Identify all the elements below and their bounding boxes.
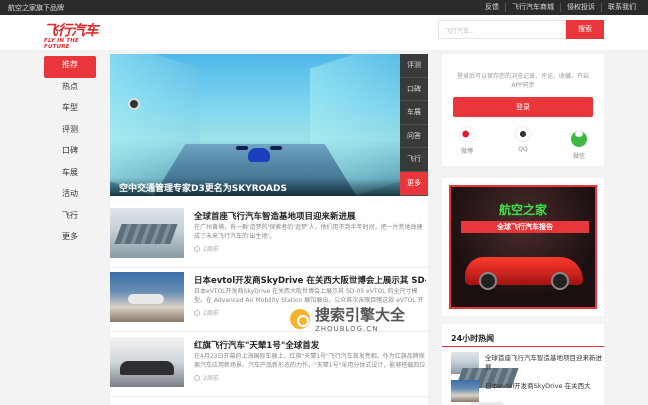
nav-item-reviews[interactable]: 评测 [44, 121, 96, 143]
article-title[interactable]: 全球首座飞行汽车智造基地项目迎来新进展 [194, 210, 426, 222]
search-input[interactable]: 飞行汽车... [438, 20, 566, 39]
clock-icon [194, 309, 200, 316]
topbar-link-complaint[interactable]: 侵权投诉 [560, 3, 601, 12]
hero-tab-reputation[interactable]: 口碑 [400, 78, 428, 102]
hot-news-thumbnail[interactable] [451, 352, 479, 374]
ad-title: 航空之家 [498, 203, 547, 217]
article-title[interactable]: 红旗飞行汽车"天辇1号"全球首发 [194, 339, 426, 351]
article-time: 2周前 [194, 373, 219, 382]
qq-label: QQ [518, 146, 528, 153]
nav-item-reputation[interactable]: 口碑 [44, 142, 96, 164]
hot-news-divider [442, 346, 604, 347]
login-button[interactable]: 登录 [453, 97, 593, 117]
topbar-link-feedback[interactable]: 反馈 [479, 3, 505, 12]
main-content: 空中交通管理专家D3更名为SKYROADS 评测 口碑 车展 问答 飞行 更多 … [110, 54, 428, 405]
article-summary: 在广州黄埔，有一群'造梦的'探索者的'追梦'人，他们用不到半年时间，把一片荒地改… [194, 224, 423, 240]
wechat-login[interactable]: 微信 [564, 126, 594, 160]
article-item[interactable]: 红旗飞行汽车"天辇1号"全球首发 在4月23日开幕的上海国际车展上，红旗"天辇1… [110, 337, 428, 397]
nav-item-events[interactable]: 活动 [44, 185, 96, 207]
topbar-links: 反馈 飞行汽车商城 侵权投诉 联系我们 [479, 3, 642, 12]
qq-icon [515, 126, 531, 142]
weibo-label: 微博 [460, 148, 473, 155]
article-time: 2周前 [194, 308, 219, 317]
article-title[interactable]: 日本evtol开发商SkyDrive 在关西大阪世博会上展示其 SD-... [194, 274, 426, 286]
article-thumbnail[interactable] [110, 272, 184, 322]
hero-tab-flight[interactable]: 飞行 [400, 148, 428, 172]
drone-body [248, 148, 270, 162]
wechat-label: 微信 [572, 153, 585, 160]
top-bar: 航空之家旗下品牌 反馈 飞行汽车商城 侵权投诉 联系我们 [0, 0, 648, 15]
nav-item-more[interactable]: 更多 [44, 228, 96, 250]
hero-tabs: 评测 口碑 车展 问答 飞行 更多 [400, 54, 428, 196]
hero-tab-more[interactable]: 更多 [400, 171, 428, 196]
ad-image[interactable]: 航空之家 全球飞行汽车报告 [449, 185, 597, 309]
article-item[interactable]: 日本evtol开发商SkyDrive 在关西大阪世博会上展示其 SD-... 日… [110, 272, 428, 332]
hero-caption[interactable]: 空中交通管理专家D3更名为SKYROADS [110, 178, 400, 196]
hero-tab-auto-show[interactable]: 车展 [400, 101, 428, 125]
topbar-link-contact[interactable]: 联系我们 [601, 3, 642, 12]
hot-news-thumbnail[interactable] [451, 380, 505, 405]
hot-news-text[interactable]: 全球首座飞行汽车智造基地项目迎来新进展 [485, 354, 603, 372]
drone-rotor [236, 146, 248, 150]
hot-news-text[interactable]: 日本evtol开发商SkyDrive 在关西大 [485, 382, 603, 400]
hero-tab-qa[interactable]: 问答 [400, 125, 428, 149]
login-description: 登录后可以保存您的浏览记录、评论、收藏、开启APP同步 [456, 73, 589, 89]
weibo-icon [459, 126, 475, 142]
article-time-text: 2周前 [203, 246, 219, 253]
hero-banner[interactable]: 空中交通管理专家D3更名为SKYROADS [110, 54, 400, 196]
nav-item-hot[interactable]: 热点 [44, 78, 96, 100]
article-summary: 在4月23日开幕的上海国际车展上，红旗"天辇1号"飞行汽车首发亮相。作为红旗品牌… [194, 353, 426, 369]
article-time-text: 2周前 [203, 375, 219, 382]
nav-item-flight[interactable]: 飞行 [44, 207, 96, 229]
article-thumbnail[interactable] [110, 337, 184, 387]
hot-news-title: 24小时热闻 [451, 334, 495, 343]
ad-banner[interactable]: 航空之家 全球飞行汽车报告 [442, 178, 604, 316]
search-button[interactable]: 搜索 [566, 20, 604, 39]
clock-icon [194, 245, 200, 252]
hero-marker-icon [128, 98, 140, 110]
hero-drone-image [236, 142, 282, 166]
nav-item-recommend[interactable]: 推荐 [44, 56, 96, 78]
weibo-login[interactable]: 微博 [452, 126, 482, 155]
drone-rotor [270, 146, 282, 150]
login-card: 登录后可以保存您的浏览记录、评论、收藏、开启APP同步 登录 微博 QQ 微信 [442, 54, 604, 166]
left-nav: 推荐 热点 车型 评测 口碑 车展 活动 飞行 更多 [44, 56, 96, 250]
article-item[interactable]: 全球首座飞行汽车智造基地项目迎来新进展 在广州黄埔，有一群'造梦的'探索者的'追… [110, 208, 428, 268]
nav-item-auto-show[interactable]: 车展 [44, 164, 96, 186]
ad-car-image [465, 257, 583, 290]
article-time-text: 2周前 [203, 310, 219, 317]
site-logo[interactable]: 飞行汽车 FLY IN THE FUTURE [44, 20, 104, 50]
logo-text: 飞行汽车 [44, 23, 99, 39]
wechat-icon [571, 131, 587, 147]
article-time: 2周前 [194, 244, 219, 253]
hot-news-item[interactable]: 全球首座飞行汽车智造基地项目迎来新进展 [451, 352, 603, 376]
topbar-brand[interactable]: 航空之家旗下品牌 [8, 3, 64, 13]
qq-login[interactable]: QQ [508, 126, 538, 153]
hot-news-item[interactable]: 日本evtol开发商SkyDrive 在关西大 [451, 380, 603, 405]
topbar-link-shop[interactable]: 飞行汽车商城 [505, 3, 560, 12]
article-thumbnail[interactable] [110, 208, 184, 258]
ad-subtitle: 全球飞行汽车报告 [461, 221, 589, 233]
article-summary: 日本eVTOL开发商SkyDrive 在关西大阪世博会上展示其 SD-05 eV… [194, 288, 424, 304]
clock-icon [194, 374, 200, 381]
hero-tab-reviews[interactable]: 评测 [400, 54, 428, 78]
nav-item-models[interactable]: 车型 [44, 99, 96, 121]
hot-news-card: 24小时热闻 全球首座飞行汽车智造基地项目迎来新进展 日本evtol开发商Sky… [442, 324, 604, 405]
